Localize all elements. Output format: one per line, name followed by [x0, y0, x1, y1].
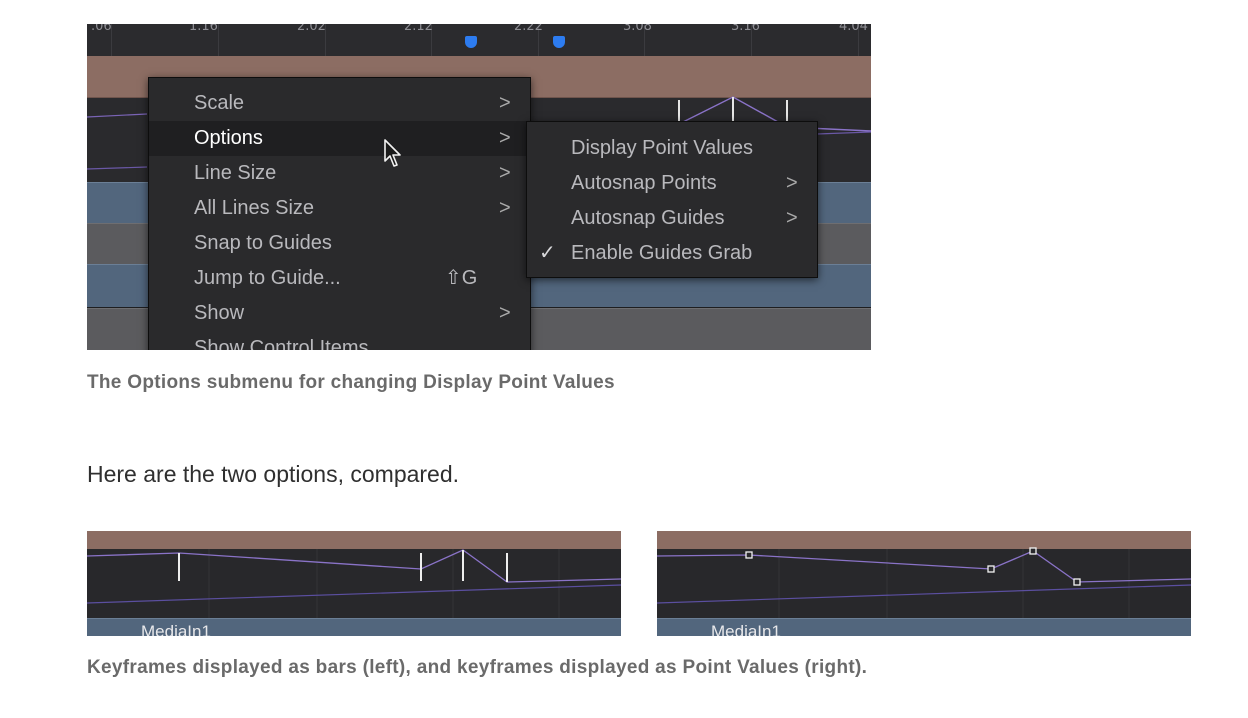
submenu-item-autosnap-points[interactable]: Autosnap Points > [527, 166, 817, 201]
menu-item-label: Line Size [194, 162, 277, 184]
menu-item-label: Options [194, 127, 263, 149]
spline-line [657, 550, 1191, 583]
keyframes-points-panel: MediaIn1 [657, 531, 1191, 636]
chevron-right-icon: > [499, 197, 511, 219]
menu-item-shortcut: ⇧G [445, 267, 478, 289]
menu-item-line-size[interactable]: Line Size > [149, 156, 530, 191]
spline-line [657, 584, 1191, 604]
keyframe-point[interactable] [1073, 578, 1081, 586]
menu-item-scale[interactable]: Scale > [149, 86, 530, 121]
chevron-right-icon: > [499, 127, 511, 149]
track-label: MediaIn1 [141, 622, 211, 636]
spline-line [816, 131, 871, 135]
submenu-item-autosnap-guides[interactable]: Autosnap Guides > [527, 201, 817, 236]
menu-item-label: Autosnap Guides [571, 207, 725, 229]
menu-item-label: Display Point Values [571, 137, 753, 159]
submenu-item-enable-guides-grab[interactable]: ✓ Enable Guides Grab [527, 236, 817, 271]
keyframe-point[interactable] [1029, 547, 1037, 555]
menu-item-label: Scale [194, 92, 245, 114]
keyframe-point[interactable] [987, 565, 995, 573]
body-paragraph: Here are the two options, compared. [87, 461, 460, 487]
menu-item-label: Enable Guides Grab [571, 242, 753, 264]
chevron-right-icon: > [499, 162, 511, 184]
spline-editor-screenshot: .06 1.16 2.02 2.12 2.22 3.08 3.16 4.04 S… [87, 24, 871, 350]
menu-item-label: Autosnap Points [571, 172, 717, 194]
menu-item-snap-to-guides[interactable]: Snap to Guides [149, 226, 530, 261]
menu-item-label: Show Control Items [194, 337, 369, 350]
menu-item-options[interactable]: Options > [149, 121, 530, 156]
submenu-item-display-point-values[interactable]: Display Point Values [527, 131, 817, 166]
options-submenu: Display Point Values Autosnap Points > A… [526, 121, 818, 278]
menu-item-label: All Lines Size [194, 197, 315, 219]
menu-item-show[interactable]: Show > [149, 296, 530, 331]
menu-item-show-control-items[interactable]: Show Control Items [149, 331, 530, 350]
menu-item-label: Jump to Guide... [194, 267, 341, 289]
chevron-right-icon: > [786, 172, 798, 194]
chevron-right-icon: > [499, 302, 511, 324]
menu-item-all-lines-size[interactable]: All Lines Size > [149, 191, 530, 226]
menu-item-label: Snap to Guides [194, 232, 332, 254]
chevron-right-icon: > [499, 92, 511, 114]
spline-line [87, 113, 148, 118]
keyframe-point[interactable] [745, 551, 753, 559]
checkmark-icon: ✓ [539, 242, 556, 264]
context-menu: Scale > Options > Line Size > All Lines … [148, 77, 531, 350]
menu-item-jump-to-guide[interactable]: Jump to Guide... ⇧G [149, 261, 530, 296]
spline-line [87, 584, 621, 604]
chevron-right-icon: > [786, 207, 798, 229]
track-label: MediaIn1 [711, 622, 781, 636]
figure-caption-2: Keyframes displayed as bars (left), and … [87, 657, 868, 678]
figure-caption-1: The Options submenu for changing Display… [87, 372, 615, 393]
menu-item-label: Show [194, 302, 245, 324]
spline-line [87, 166, 148, 170]
keyframes-bars-panel: MediaIn1 [87, 531, 621, 636]
spline-line [87, 549, 621, 583]
mouse-pointer-icon [384, 139, 401, 167]
